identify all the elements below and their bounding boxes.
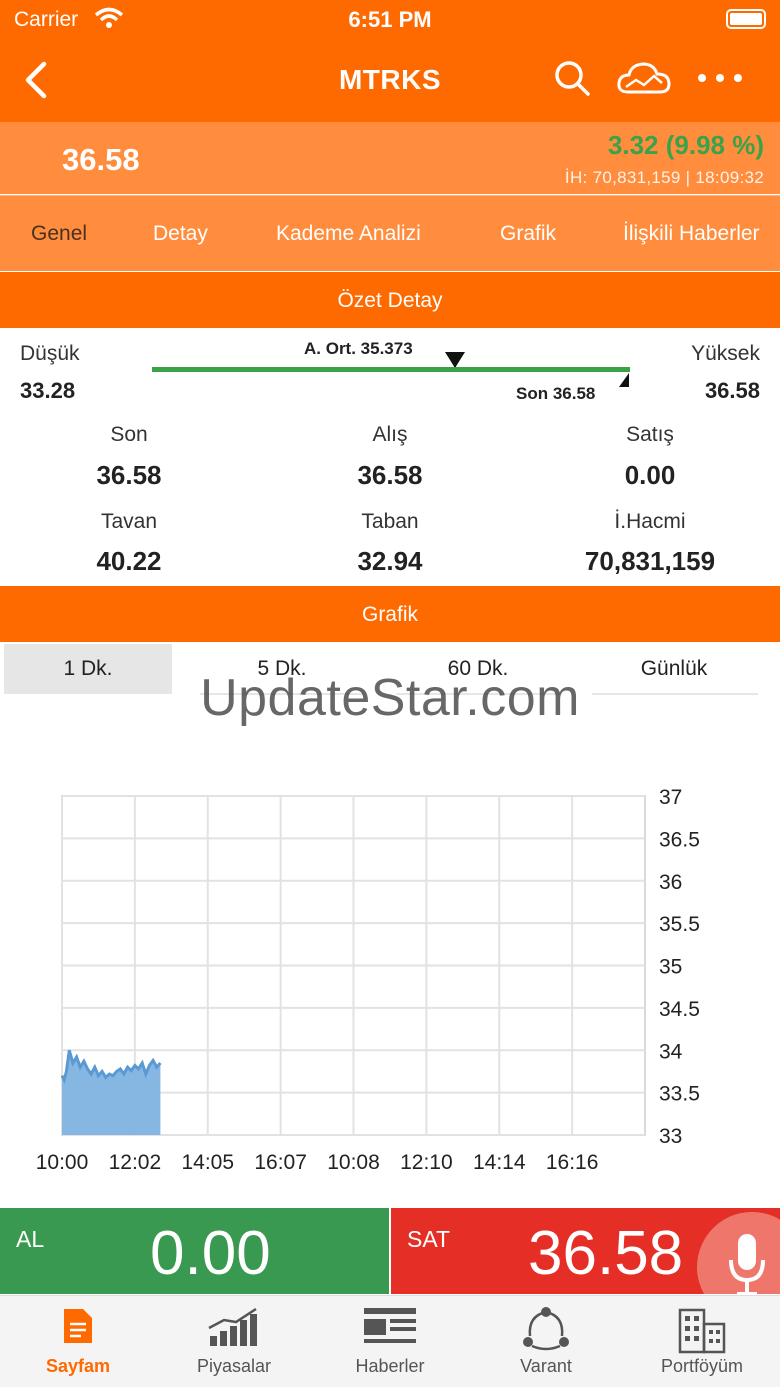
tab-kademe-analizi[interactable]: Kademe Analizi xyxy=(276,222,421,246)
clock: 6:51 PM xyxy=(348,7,432,32)
status-bar: Carrier 6:51 PM xyxy=(0,0,780,40)
range-bar xyxy=(152,367,630,372)
y-tick-label: 34 xyxy=(659,1040,683,1063)
stat-label-taban: Taban xyxy=(361,510,419,533)
sell-label: SAT xyxy=(407,1226,451,1252)
y-tick-label: 35 xyxy=(659,956,682,979)
stat-label-son: Son xyxy=(110,423,148,446)
sell-value: 36.58 xyxy=(528,1219,684,1288)
last-price: 36.58 xyxy=(62,142,140,177)
price-chart[interactable]: 37 36.5 36 35.5 35 34.5 34 33.5 33 10:00 12:02 14:0… xyxy=(0,770,780,1180)
tabbar-sayfam[interactable]: Sayfam xyxy=(0,1296,156,1387)
buy-value: 0.00 xyxy=(150,1219,271,1288)
tab-iliskili-haberler[interactable]: İlişkili Haberler xyxy=(623,222,760,246)
summary-header: Özet Detay xyxy=(0,272,780,328)
high-label: Yüksek xyxy=(691,342,760,365)
bottom-tab-bar: Sayfam Piyasalar Haberler Varant Portföy… xyxy=(0,1295,780,1387)
buy-button[interactable]: AL 0.00 xyxy=(0,1208,389,1294)
y-tick-label: 33 xyxy=(659,1125,682,1148)
tab-genel[interactable]: Genel xyxy=(31,222,87,246)
y-tick-label: 35.5 xyxy=(659,913,700,936)
network-icon xyxy=(523,1307,569,1351)
x-tick-label: 16:07 xyxy=(254,1151,307,1174)
search-icon[interactable] xyxy=(552,58,592,98)
average-label: A. Ort. 35.373 xyxy=(304,339,413,358)
tab-grafik[interactable]: Grafik xyxy=(500,222,556,246)
cloud-chart-icon[interactable] xyxy=(616,58,672,98)
graph-header: Grafik xyxy=(0,586,780,642)
document-icon xyxy=(64,1309,92,1343)
tabbar-label: Sayfam xyxy=(45,1356,111,1376)
stat-value-tavan: 40.22 xyxy=(96,546,162,576)
y-tick-label: 37 xyxy=(659,786,682,809)
tabbar-label: Varant xyxy=(520,1356,572,1376)
stat-value-satis: 0.00 xyxy=(624,460,676,490)
tabbar-haberler[interactable]: Haberler xyxy=(312,1296,468,1387)
y-tick-label: 36.5 xyxy=(659,828,700,851)
stat-label-satis: Satış xyxy=(626,423,674,446)
y-tick-label: 33.5 xyxy=(659,1083,700,1106)
stat-label-hacim: İ.Hacmi xyxy=(614,510,686,533)
last-marker-icon xyxy=(619,373,629,387)
voice-button[interactable] xyxy=(697,1212,780,1294)
quote-header: 36.58 3.32 (9.98 %) İH: 70,831,159 | 18:… xyxy=(0,122,780,194)
x-tick-label: 10:08 xyxy=(327,1151,380,1174)
tabbar-label: Portföyüm xyxy=(660,1356,744,1376)
bar-chart-icon xyxy=(208,1307,257,1346)
x-tick-label: 12:10 xyxy=(400,1151,453,1174)
x-tick-label: 14:05 xyxy=(181,1151,234,1174)
low-label: Düşük xyxy=(20,342,80,365)
high-value: 36.58 xyxy=(704,378,760,403)
nav-bar: MTRKS xyxy=(0,40,780,122)
detail-tabs: Genel Detay Kademe Analizi Grafik İlişki… xyxy=(0,195,780,271)
tabbar-piyasalar[interactable]: Piyasalar xyxy=(156,1296,312,1387)
tabbar-varant[interactable]: Varant xyxy=(468,1296,624,1387)
buildings-icon xyxy=(678,1308,726,1354)
buy-label: AL xyxy=(16,1226,45,1252)
y-tick-label: 36 xyxy=(659,871,682,894)
x-tick-label: 16:16 xyxy=(546,1151,599,1174)
price-change: 3.32 (9.98 %) xyxy=(607,130,764,160)
x-tick-label: 14:14 xyxy=(473,1151,526,1174)
stat-value-taban: 32.94 xyxy=(357,546,423,576)
low-value: 33.28 xyxy=(20,378,76,403)
stat-value-son: 36.58 xyxy=(96,460,162,490)
more-icon[interactable] xyxy=(696,68,744,88)
x-tick-label: 10:00 xyxy=(36,1151,89,1174)
stat-value-hacim: 70,831,159 xyxy=(584,546,716,576)
y-tick-label: 34.5 xyxy=(659,998,700,1021)
watermark: UpdateStar.com xyxy=(200,669,580,727)
stat-value-alis: 36.58 xyxy=(357,460,423,490)
newspaper-icon xyxy=(364,1308,416,1343)
tabbar-portfoyum[interactable]: Portföyüm xyxy=(624,1296,780,1387)
tabbar-label: Piyasalar xyxy=(196,1356,272,1376)
last-marker-label: Son 36.58 xyxy=(516,384,596,403)
series-area xyxy=(62,1050,161,1135)
battery-icon xyxy=(726,9,766,29)
stat-label-alis: Alış xyxy=(372,423,408,446)
microphone-icon xyxy=(729,1234,765,1294)
stat-label-tavan: Tavan xyxy=(100,510,158,533)
x-tick-label: 12:02 xyxy=(109,1151,162,1174)
tab-detay[interactable]: Detay xyxy=(153,222,208,246)
sell-button[interactable]: SAT 36.58 xyxy=(391,1208,780,1294)
tabbar-label: Haberler xyxy=(355,1356,425,1376)
volume-time: İH: 70,831,159 | 18:09:32 xyxy=(564,168,764,187)
